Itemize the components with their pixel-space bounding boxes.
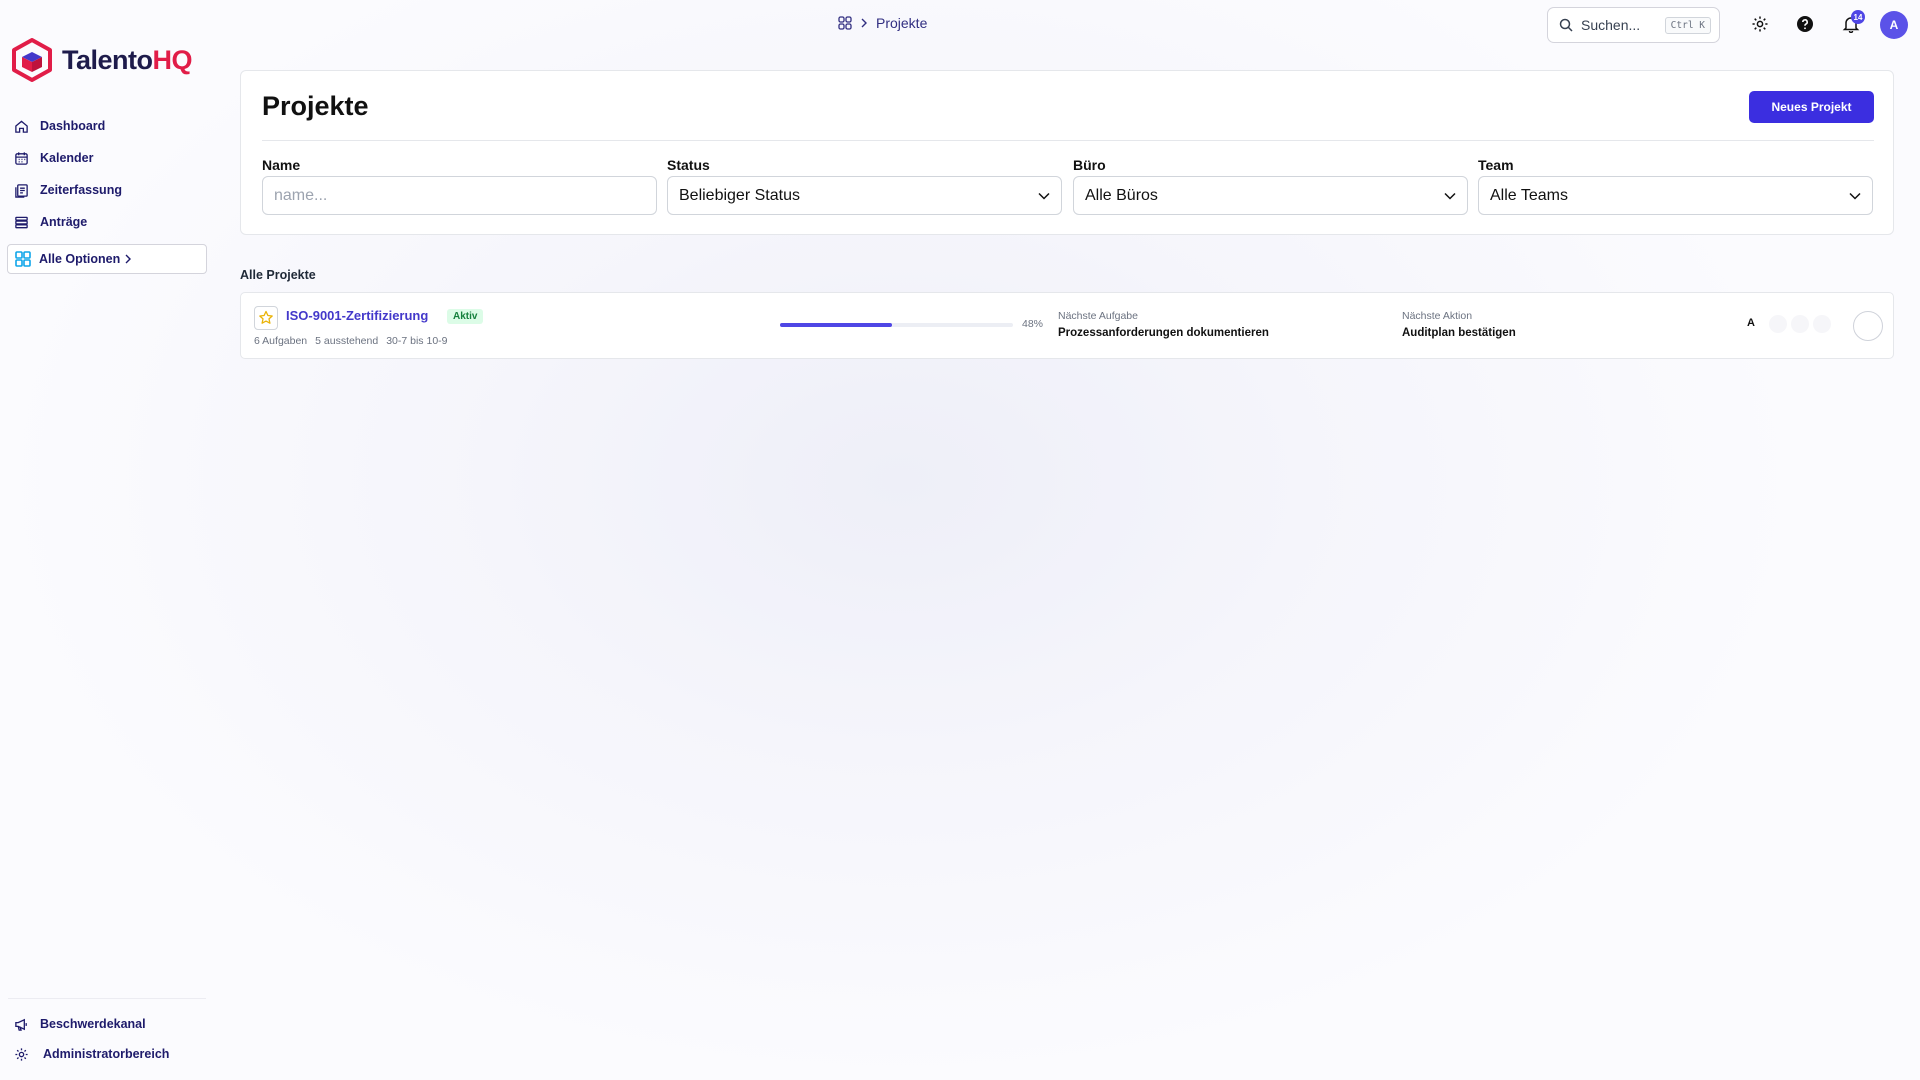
stack-icon bbox=[15, 216, 28, 228]
sidebar-item-antraege[interactable]: Anträge bbox=[14, 206, 122, 238]
breadcrumb-current[interactable]: Projekte bbox=[876, 15, 927, 31]
project-complete-toggle[interactable] bbox=[1853, 311, 1883, 341]
status-filter-label: Status bbox=[667, 157, 710, 173]
all-options-button[interactable]: Alle Optionen bbox=[7, 244, 207, 274]
favorite-button[interactable] bbox=[254, 306, 278, 330]
project-row[interactable]: ISO-9001-Zertifizierung Aktiv 6 Aufgaben… bbox=[240, 292, 1894, 359]
next-task-label: Nächste Aufgabe bbox=[1058, 310, 1138, 322]
sidebar-bottom-nav: Beschwerdekanal Administratorbereich bbox=[14, 1009, 169, 1069]
apps-grid-icon[interactable] bbox=[838, 16, 852, 30]
sidebar-item-dashboard[interactable]: Dashboard bbox=[14, 110, 122, 142]
status-filter: Status Beliebiger Status bbox=[667, 157, 1062, 215]
task-count: 6 Aufgaben bbox=[254, 335, 308, 347]
chevron-down-icon bbox=[1849, 192, 1861, 200]
office-select[interactable]: Alle Büros bbox=[1073, 176, 1468, 215]
star-icon bbox=[259, 310, 273, 324]
team-select-value: Alle Teams bbox=[1490, 186, 1568, 204]
new-project-button[interactable]: Neues Projekt bbox=[1749, 91, 1874, 123]
office-select-value: Alle Büros bbox=[1085, 186, 1158, 204]
avatar[interactable]: A bbox=[1880, 11, 1908, 39]
status-select-value: Beliebiger Status bbox=[679, 186, 800, 204]
all-options-label: Alle Optionen bbox=[39, 252, 121, 266]
project-meta: 6 Aufgaben 5 ausstehend 30-7 bis 10-9 bbox=[254, 335, 448, 347]
sidebar-item-zeiterfassung[interactable]: Zeiterfassung bbox=[14, 174, 122, 206]
next-action-value: Auditplan bestätigen bbox=[1402, 327, 1516, 339]
gear-icon bbox=[15, 1047, 28, 1061]
sidebar-nav: Dashboard Kalender Zeiterfassung Anträge bbox=[14, 110, 122, 238]
search-placeholder: Suchen... bbox=[1581, 17, 1641, 33]
help-button[interactable] bbox=[1794, 13, 1816, 35]
name-filter-label: Name bbox=[262, 157, 301, 173]
section-title: Alle Projekte bbox=[240, 268, 316, 282]
team-select[interactable]: Alle Teams bbox=[1478, 176, 1873, 215]
sidebar-divider bbox=[8, 998, 206, 999]
sidebar-item-label: Kalender bbox=[40, 151, 94, 165]
divider bbox=[262, 140, 1874, 141]
home-icon bbox=[15, 119, 28, 133]
progress-percent: 48% bbox=[1022, 318, 1044, 330]
progress-bar bbox=[780, 323, 1013, 327]
team-filter-label: Team bbox=[1478, 157, 1514, 173]
chevron-down-icon bbox=[1038, 192, 1050, 200]
search-input[interactable]: Suchen... Ctrl K bbox=[1547, 7, 1720, 43]
filter-card: Projekte Neues Projekt Name Status Belie… bbox=[240, 70, 1894, 235]
assignee-initial: A bbox=[1747, 317, 1755, 329]
project-name[interactable]: ISO-9001-Zertifizierung bbox=[286, 308, 428, 323]
sidebar-item-beschwerdekanal[interactable]: Beschwerdekanal bbox=[14, 1009, 169, 1039]
grid-icon bbox=[15, 251, 31, 267]
chevron-down-icon bbox=[1444, 192, 1456, 200]
name-filter-box bbox=[262, 176, 657, 215]
name-filter: Name bbox=[262, 157, 657, 215]
megaphone-icon bbox=[15, 1018, 27, 1031]
help-icon bbox=[1797, 16, 1813, 32]
chevron-right-icon bbox=[125, 254, 132, 264]
sidebar-item-label: Administratorbereich bbox=[43, 1047, 170, 1061]
status-select[interactable]: Beliebiger Status bbox=[667, 176, 1062, 215]
notification-badge: 14 bbox=[1851, 10, 1865, 24]
team-filter: Team Alle Teams bbox=[1478, 157, 1873, 215]
cube-logo-icon bbox=[12, 38, 52, 82]
settings-button[interactable] bbox=[1749, 13, 1771, 35]
sidebar-item-label: Anträge bbox=[40, 215, 88, 229]
clipboard-icon bbox=[15, 183, 28, 198]
name-input[interactable] bbox=[274, 186, 645, 205]
search-shortcut: Ctrl K bbox=[1664, 16, 1711, 34]
avatar-placeholder bbox=[1791, 315, 1809, 333]
sidebar-item-label: Dashboard bbox=[40, 119, 106, 133]
sidebar-item-kalender[interactable]: Kalender bbox=[14, 142, 122, 174]
next-task-value: Prozessanforderungen dokumentieren bbox=[1058, 327, 1269, 339]
sidebar: TalentoHQ Dashboard Kalender Zeiterfassu… bbox=[0, 0, 214, 1080]
pending-count: 5 ausstehend bbox=[315, 335, 379, 347]
chevron-right-icon bbox=[861, 18, 867, 28]
logo[interactable]: TalentoHQ bbox=[12, 38, 192, 82]
avatar-placeholder bbox=[1813, 315, 1831, 333]
office-filter: Büro Alle Büros bbox=[1073, 157, 1468, 215]
page-title: Projekte bbox=[262, 91, 369, 121]
search-icon bbox=[1559, 18, 1573, 32]
sidebar-item-label: Zeiterfassung bbox=[40, 183, 122, 197]
sidebar-item-administratorbereich[interactable]: Administratorbereich bbox=[14, 1039, 169, 1069]
sidebar-item-label: Beschwerdekanal bbox=[40, 1017, 146, 1031]
calendar-icon bbox=[15, 151, 28, 165]
progress-fill bbox=[780, 323, 892, 327]
breadcrumb: Projekte bbox=[838, 15, 927, 31]
office-filter-label: Büro bbox=[1073, 157, 1106, 173]
status-badge: Aktiv bbox=[447, 309, 484, 324]
next-action-label: Nächste Aktion bbox=[1402, 310, 1473, 322]
gear-icon bbox=[1752, 16, 1768, 32]
logo-text: TalentoHQ bbox=[62, 44, 192, 75]
avatar-placeholder bbox=[1769, 315, 1787, 333]
date-range: 30-7 bis 10-9 bbox=[386, 335, 448, 347]
